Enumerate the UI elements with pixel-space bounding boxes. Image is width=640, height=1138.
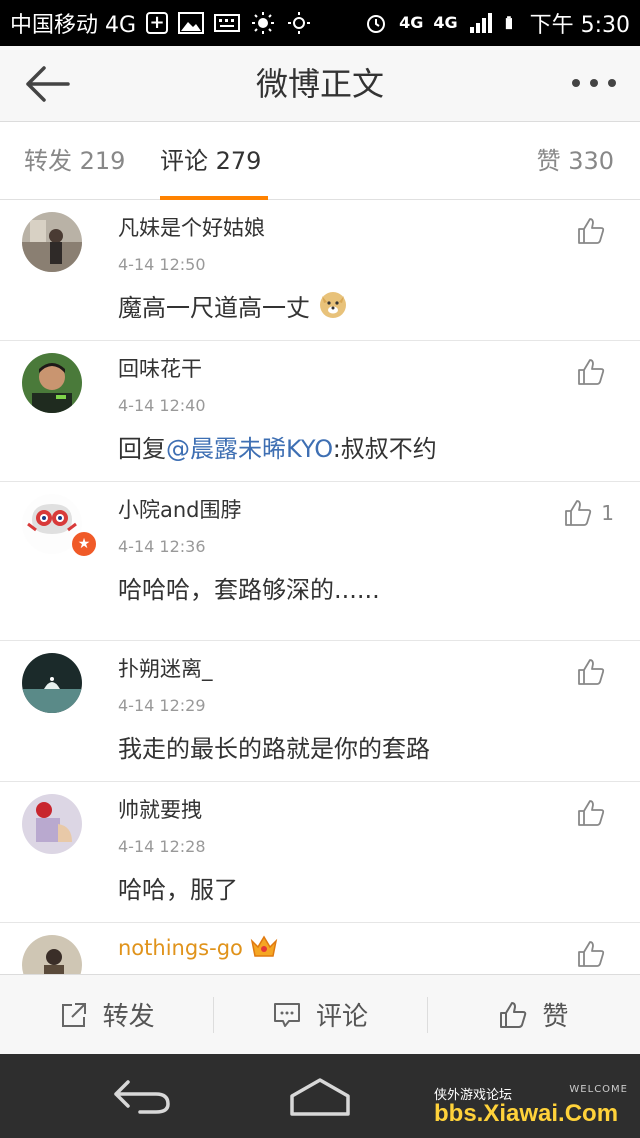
comment-label: 评论: [315, 1002, 368, 1032]
forum-watermark: 侠外游戏论坛 WELCOME bbs.Xiawai.Com: [434, 1084, 634, 1136]
avatar[interactable]: [22, 653, 82, 713]
signal-network-label: 4G: [433, 13, 458, 32]
comment-timestamp: 4-14 12:29: [118, 696, 206, 715]
thumbs-up-icon: [565, 500, 592, 526]
battery-icon: [505, 16, 512, 30]
comment-username[interactable]: 回味花干: [118, 353, 202, 383]
like-button[interactable]: [576, 657, 614, 687]
like-count: 1: [601, 501, 614, 525]
comment-item: 帅就要拽 4-14 12:28 哈哈，服了: [0, 782, 640, 923]
alarm-icon: [367, 15, 386, 33]
tab-reposts[interactable]: 转发 219: [24, 122, 125, 200]
tab-bar: 转发 219 评论 279 赞 330: [0, 122, 640, 200]
comment-username[interactable]: 小院and围脖: [118, 494, 242, 524]
image-icon: [178, 12, 205, 34]
more-options-button[interactable]: [572, 68, 616, 98]
comment-item: 凡妹是个好姑娘 4-14 12:50 魔高一尺道高一丈: [0, 200, 640, 341]
thumbs-up-icon: [578, 359, 605, 385]
status-bar: 中国移动 4G + 4G 4G 下午 5:30: [0, 0, 640, 46]
comment-username[interactable]: 帅就要拽: [118, 794, 202, 824]
like-label: 赞: [542, 1002, 569, 1032]
reply-text: :叔叔不约: [332, 435, 437, 463]
comment-timestamp: 4-14 12:40: [118, 396, 206, 415]
system-nav-bar: 侠外游戏论坛 WELCOME bbs.Xiawai.Com: [0, 1054, 640, 1138]
like-post-button[interactable]: 赞: [426, 975, 640, 1054]
comment-item: nothings-go: [0, 923, 640, 974]
home-nav-icon[interactable]: [288, 1072, 352, 1120]
comment-item: ★ 小院and围脖 4-14 12:36 哈哈哈，套路够深的...... 1: [0, 482, 640, 641]
page-title: 微博正文: [255, 65, 384, 103]
tab-comments[interactable]: 评论 279: [160, 122, 261, 200]
comment-text: 哈哈，服了: [118, 876, 238, 904]
thumbs-up-icon: [578, 218, 605, 244]
verified-badge-icon: ★: [70, 530, 98, 558]
comment-timestamp: 4-14 12:50: [118, 255, 206, 274]
thumbs-up-icon: [578, 941, 605, 967]
like-button[interactable]: 1: [563, 498, 614, 528]
like-button[interactable]: [576, 798, 614, 828]
repost-button[interactable]: 转发: [0, 975, 213, 1054]
tab-likes[interactable]: 赞 330: [537, 122, 614, 200]
sun-icon: [252, 12, 275, 34]
comment-text: 回复@晨露未晞KYO:叔叔不约: [118, 429, 437, 464]
mention-link[interactable]: @晨露未晞KYO: [166, 435, 333, 463]
network-type-label: 4G: [399, 13, 424, 32]
like-button[interactable]: [576, 216, 614, 246]
thumbs-up-icon: [578, 659, 605, 685]
watermark-welcome: WELCOME: [569, 1084, 628, 1095]
dot-icon: [608, 79, 616, 87]
clock-label: 下午 5:30: [529, 13, 630, 38]
comment-timestamp: 4-14 12:28: [118, 837, 206, 856]
comment-text-content: 魔高一尺道高一丈: [118, 294, 310, 322]
comment-username[interactable]: 扑朔迷离_: [118, 653, 213, 683]
reply-prefix: 回复: [118, 435, 166, 463]
watermark-url: bbs.Xiawai.Com: [434, 1100, 619, 1127]
repost-icon: [61, 1002, 86, 1027]
comment-item: 扑朔迷离_ 4-14 12:29 我走的最长的路就是你的套路: [0, 641, 640, 782]
vip-username: nothings-go: [118, 936, 243, 960]
title-bar: 微博正文: [0, 46, 640, 122]
comment-button[interactable]: 评论: [213, 975, 426, 1054]
comment-timestamp: 4-14 12:36: [118, 537, 206, 556]
thumbs-up-icon: [500, 1001, 527, 1028]
signal-icon: [469, 13, 492, 33]
brightness-icon: [288, 12, 311, 34]
comment-username[interactable]: 凡妹是个好姑娘: [118, 212, 265, 242]
like-button[interactable]: [576, 357, 614, 387]
comment-username[interactable]: nothings-go: [118, 935, 278, 960]
vip-crown-icon: [250, 935, 277, 957]
dot-icon: [572, 79, 580, 87]
action-bar: 转发 评论 赞: [0, 974, 640, 1054]
comment-text: 哈哈哈，套路够深的......: [118, 576, 380, 604]
comment-icon: [273, 1002, 300, 1027]
comment-list[interactable]: 凡妹是个好姑娘 4-14 12:50 魔高一尺道高一丈 回味花干 4-14 12…: [0, 200, 640, 974]
repost-label: 转发: [102, 1002, 155, 1032]
carrier-label: 中国移动 4G: [10, 13, 137, 38]
comment-item: 回味花干 4-14 12:40 回复@晨露未晞KYO:叔叔不约: [0, 341, 640, 482]
avatar[interactable]: [22, 353, 82, 413]
avatar[interactable]: [22, 794, 82, 854]
avatar[interactable]: [22, 935, 82, 974]
avatar[interactable]: [22, 212, 82, 272]
back-nav-icon[interactable]: [110, 1072, 174, 1120]
doge-emoji-icon: [319, 292, 346, 318]
like-button[interactable]: [576, 939, 614, 969]
keyboard-icon: [214, 14, 241, 32]
dot-icon: [590, 79, 598, 87]
thumbs-up-icon: [578, 800, 605, 826]
notification-plus-icon: +: [146, 12, 169, 34]
comment-text: 我走的最长的路就是你的套路: [118, 735, 430, 763]
comment-text: 魔高一尺道高一丈: [118, 288, 348, 323]
